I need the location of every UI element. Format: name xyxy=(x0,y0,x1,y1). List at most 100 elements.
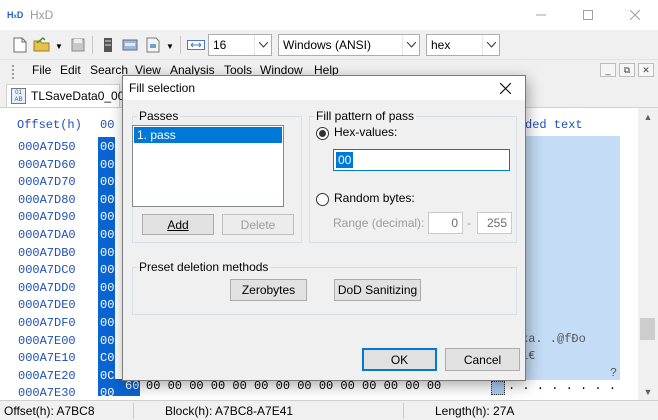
byte-cell[interactable]: 00 xyxy=(100,262,114,280)
decoded-cursor-cell xyxy=(491,381,505,395)
chevron-down-icon xyxy=(402,35,419,55)
page-button[interactable] xyxy=(143,35,163,55)
offset-cell: 000A7D90 xyxy=(18,210,76,225)
grip-icon xyxy=(12,65,16,82)
new-file-button[interactable] xyxy=(10,35,30,55)
menu-edit[interactable]: Edit xyxy=(60,63,81,77)
scrollbar-thumb[interactable] xyxy=(640,318,655,340)
decoded-text-fragment: ? xyxy=(610,366,618,380)
byte-cell[interactable]: 00 xyxy=(100,385,114,400)
open-dropdown-icon[interactable]: ▼ xyxy=(55,42,63,51)
bytes-per-row-value: 16 xyxy=(213,38,227,52)
byte-cell[interactable]: 00 xyxy=(100,174,114,192)
close-icon xyxy=(499,82,511,94)
preset-methods-group: Preset deletion methods xyxy=(132,260,517,315)
byte-cell[interactable]: 00 xyxy=(100,280,114,298)
offset-cell: 000A7DD0 xyxy=(18,280,76,295)
hex-values-input[interactable]: 00 xyxy=(333,149,510,171)
doc-restore-button[interactable]: ⧉ xyxy=(619,63,635,77)
random-bytes-radio[interactable] xyxy=(316,193,329,206)
page-icon xyxy=(146,37,160,53)
chevron-down-icon xyxy=(482,35,499,55)
offset-base-select[interactable]: hex xyxy=(426,34,500,56)
toolbar-separator xyxy=(180,36,181,54)
byte-cell[interactable]: 00 xyxy=(100,297,114,315)
add-button-label: Add xyxy=(167,217,189,232)
doc-close-button[interactable]: ✕ xyxy=(638,63,654,77)
menu-file[interactable]: File xyxy=(32,63,51,77)
zerobytes-button[interactable]: Zerobytes xyxy=(230,279,307,301)
passes-list[interactable]: 1. pass xyxy=(132,125,284,207)
byte-cell[interactable]: 00 xyxy=(100,157,114,175)
byte-cell[interactable]: 00 xyxy=(100,209,114,227)
pass-list-item[interactable]: 1. pass xyxy=(134,127,282,143)
decoded-dots: . . . . . . . . xyxy=(508,379,617,393)
close-icon: ✕ xyxy=(642,64,650,75)
hex-values-radio[interactable] xyxy=(316,127,329,140)
last-row-selected-byte[interactable]: 60 xyxy=(125,379,139,393)
decoded-text-fragment: xa. .@fÐo xyxy=(521,332,586,346)
fill-pattern-label: Fill pattern of pass xyxy=(314,109,417,123)
byte-cell[interactable]: 00 xyxy=(100,139,114,157)
cancel-button[interactable]: Cancel xyxy=(445,348,520,371)
restore-icon: ⧉ xyxy=(623,64,631,75)
ok-button[interactable]: OK xyxy=(362,348,437,371)
status-block: Block(h): A7BC8-A7E41 xyxy=(165,404,294,418)
chevron-down-icon xyxy=(254,35,271,55)
minimize-button[interactable] xyxy=(518,0,564,30)
doc-minimize-button[interactable]: _ xyxy=(600,63,616,77)
offset-cell: 000A7DE0 xyxy=(18,298,76,313)
byte-cell[interactable]: 00 xyxy=(100,245,114,263)
toolbar-separator xyxy=(92,36,93,54)
delete-pass-button[interactable]: Delete xyxy=(222,214,294,235)
delete-button-label: Delete xyxy=(240,217,276,232)
last-row-bytes[interactable]: 00 00 00 00 00 00 00 00 00 00 00 00 00 0… xyxy=(146,379,441,393)
scroll-down-icon[interactable]: ▼ xyxy=(638,383,658,400)
offset-cell: 000A7D80 xyxy=(18,192,76,207)
charset-select[interactable]: Windows (ANSI) xyxy=(278,34,420,56)
offset-cell: 000A7DF0 xyxy=(18,315,76,330)
offset-cell: 000A7E30 xyxy=(18,386,76,400)
range-to-input[interactable]: 255 xyxy=(477,212,512,234)
tab-document[interactable]: 01 AB TLSaveData0_00 xyxy=(6,84,124,107)
random-bytes-label[interactable]: Random bytes: xyxy=(334,191,415,205)
byte-cell[interactable]: 00 xyxy=(100,333,114,351)
offset-cell: 000A7E10 xyxy=(18,351,76,366)
bytes-per-row-icon xyxy=(186,35,206,55)
byte-cell[interactable]: C0 xyxy=(100,350,114,368)
offset-cell: 000A7DA0 xyxy=(18,227,76,242)
byte-cell[interactable]: 00 xyxy=(100,315,114,333)
charset-value: Windows (ANSI) xyxy=(283,38,372,52)
vertical-scrollbar[interactable]: ▲ ▼ xyxy=(638,108,658,400)
open-folder-icon xyxy=(33,37,50,52)
byte-cell[interactable]: 0C xyxy=(100,368,114,386)
add-pass-button[interactable]: Add xyxy=(142,214,214,235)
ram-button[interactable] xyxy=(98,35,118,55)
save-disk-icon xyxy=(71,38,85,52)
dod-sanitizing-button[interactable]: DoD Sanitizing xyxy=(334,279,421,301)
hex-values-label[interactable]: Hex-values: xyxy=(334,125,397,139)
page-dropdown-icon[interactable]: ▼ xyxy=(166,42,174,51)
window-titlebar: HxD HxD xyxy=(0,0,658,30)
open-file-button[interactable] xyxy=(32,35,52,55)
new-file-icon xyxy=(13,37,27,53)
close-button[interactable] xyxy=(612,0,658,30)
offset-cell: 000A7D50 xyxy=(18,140,76,154)
column-header-00: 00 xyxy=(100,118,115,132)
bytes-per-row-select[interactable]: 16 xyxy=(208,34,272,56)
offset-cell: 000A7DC0 xyxy=(18,263,76,278)
cancel-label: Cancel xyxy=(463,352,502,367)
scroll-up-icon[interactable]: ▲ xyxy=(638,108,658,125)
range-from-input[interactable]: 0 xyxy=(428,212,463,234)
dialog-close-button[interactable] xyxy=(485,76,525,100)
byte-cell[interactable]: 00 xyxy=(100,227,114,245)
maximize-button[interactable] xyxy=(565,0,611,30)
zerobytes-label: Zerobytes xyxy=(241,283,296,297)
offset-cell: 000A7D60 xyxy=(18,157,76,172)
offset-header: Offset(h) xyxy=(17,118,82,132)
selected-bytes-column[interactable]: 000000000000000000000000C00C001E xyxy=(100,139,114,400)
byte-cell[interactable]: 00 xyxy=(100,192,114,210)
disk-button[interactable] xyxy=(120,35,140,55)
dod-label: DoD Sanitizing xyxy=(337,283,418,297)
save-button[interactable] xyxy=(68,35,88,55)
